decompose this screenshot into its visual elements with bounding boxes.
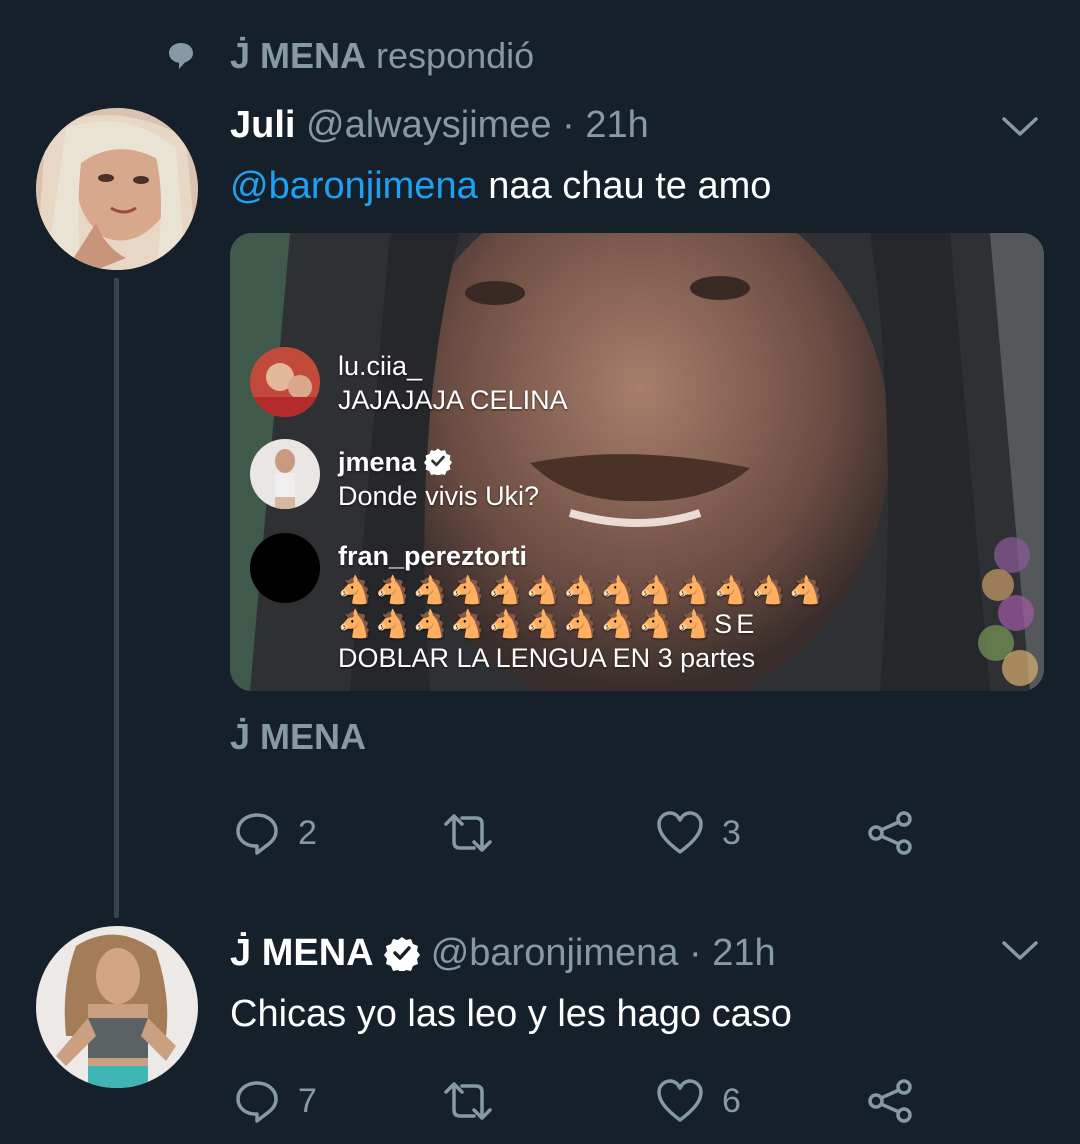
thread-line bbox=[114, 278, 119, 918]
comment-text: JAJAJAJA CELINA bbox=[338, 385, 568, 415]
comment-text: Donde vivis Uki? bbox=[338, 481, 540, 511]
reply-count: 2 bbox=[298, 813, 317, 852]
mention-link[interactable]: @baronjimena bbox=[230, 165, 478, 207]
verified-badge-icon bbox=[384, 937, 421, 971]
tweet1-text: @baronjimena naa chau te amo bbox=[230, 162, 771, 210]
verified-badge-icon bbox=[423, 448, 452, 475]
social-context-action: respondió bbox=[376, 35, 535, 76]
comment-user: fran_pereztorti bbox=[338, 541, 528, 571]
live-comment: fran_pereztorti 🐴🐴🐴🐴🐴🐴🐴🐴🐴🐴🐴🐴🐴 🐴🐴🐴🐴🐴🐴🐴🐴🐴🐴… bbox=[338, 539, 827, 675]
like-button[interactable]: 3 bbox=[656, 810, 741, 856]
media-author[interactable]: J̇ MENA bbox=[230, 714, 366, 760]
commenter-avatar bbox=[250, 533, 320, 603]
reply-button[interactable]: 7 bbox=[234, 1078, 317, 1124]
reply-count: 7 bbox=[298, 1081, 317, 1120]
reply-icon bbox=[236, 813, 278, 855]
tweet-text: naa chau te amo bbox=[477, 165, 772, 207]
commenter-avatar bbox=[250, 347, 320, 417]
avatar[interactable] bbox=[36, 108, 198, 270]
like-button[interactable]: 6 bbox=[656, 1078, 741, 1124]
timestamp[interactable]: · 21h bbox=[689, 932, 776, 974]
comment-text-line: 🐴🐴🐴🐴🐴🐴🐴🐴🐴🐴SE bbox=[338, 609, 759, 639]
timestamp[interactable]: · 21h bbox=[562, 104, 649, 146]
social-context: J̇ MENA respondió bbox=[230, 34, 534, 78]
share-icon bbox=[868, 811, 912, 855]
heart-icon bbox=[657, 1079, 703, 1122]
reply-button[interactable]: 2 bbox=[234, 810, 317, 856]
avatar[interactable] bbox=[36, 926, 198, 1088]
handle[interactable]: @baronjimena bbox=[431, 932, 679, 974]
share-icon bbox=[868, 1079, 912, 1123]
media-image[interactable]: lu.ciia_ JAJAJAJA CELINA jmena Donde viv… bbox=[230, 233, 1044, 691]
tweet2-header: J̇ MENA @baronjimena · 21h bbox=[230, 930, 776, 976]
reply-icon bbox=[236, 1081, 278, 1123]
comment-text-line: DOBLAR LA LENGUA EN 3 partes bbox=[338, 643, 756, 673]
live-comment: lu.ciia_ JAJAJAJA CELINA bbox=[338, 349, 568, 417]
retweet-icon bbox=[444, 1082, 492, 1120]
like-count: 6 bbox=[722, 1081, 741, 1120]
comment-text-line: 🐴🐴🐴🐴🐴🐴🐴🐴🐴🐴🐴🐴🐴 bbox=[338, 575, 828, 605]
comment-user: jmena bbox=[338, 447, 417, 477]
like-count: 3 bbox=[722, 813, 741, 852]
retweet-button[interactable] bbox=[440, 1078, 514, 1124]
live-comment: jmena Donde vivis Uki? bbox=[338, 445, 539, 513]
chevron-down-icon[interactable] bbox=[1000, 938, 1040, 964]
handle[interactable]: @alwaysjimee bbox=[306, 104, 552, 146]
social-context-name: J̇ MENA bbox=[230, 35, 367, 76]
display-name[interactable]: Juli bbox=[230, 104, 295, 146]
display-name[interactable]: J̇ MENA bbox=[230, 932, 374, 974]
retweet-button[interactable] bbox=[440, 810, 514, 856]
share-button[interactable] bbox=[866, 1078, 914, 1124]
tweet1-header: Juli @alwaysjimee · 21h bbox=[230, 102, 649, 148]
chevron-down-icon[interactable] bbox=[1000, 114, 1040, 140]
retweet-icon bbox=[444, 814, 492, 852]
commenter-avatar bbox=[250, 439, 320, 509]
speech-bubble-icon bbox=[169, 43, 193, 69]
tweet2-text: Chicas yo las leo y les hago caso bbox=[230, 993, 792, 1035]
share-button[interactable] bbox=[866, 810, 914, 856]
comment-user: lu.ciia_ bbox=[338, 351, 423, 381]
heart-icon bbox=[657, 811, 703, 854]
